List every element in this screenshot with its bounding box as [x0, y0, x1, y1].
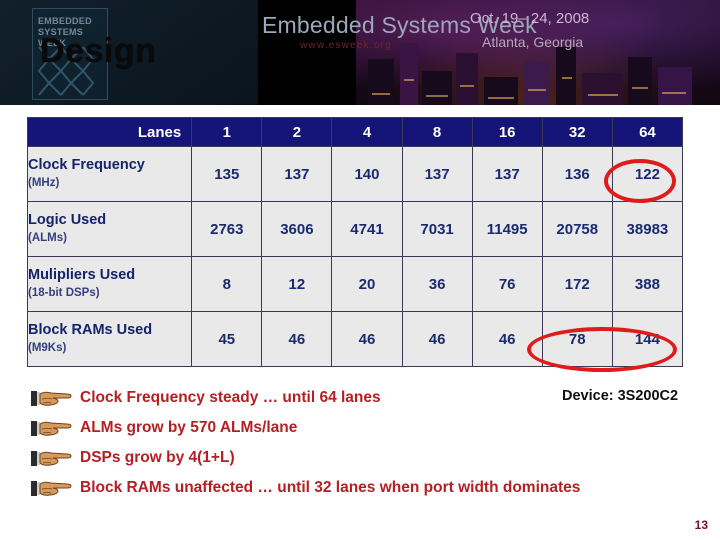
row-label-text: Mulipliers Used: [28, 267, 136, 283]
cell-block-rams-used-8: 46: [401, 311, 473, 367]
cell-multipliers-used-4: 20: [331, 256, 403, 312]
pointing-hand-icon: [30, 447, 74, 469]
cell-clock-frequency-16: 137: [471, 146, 543, 202]
cell-multipliers-used-32: 172: [541, 256, 613, 312]
results-table-container: Lanes 1 2 4 8 16 32 64 Clock Frequency (…: [26, 117, 684, 367]
table-row: Block RAMs Used (M9Ks) 45 46 46 46 46 78…: [26, 311, 684, 367]
cell-block-rams-used-1: 45: [191, 311, 263, 367]
cell-clock-frequency-64: 122: [611, 146, 684, 202]
table-header-lane-64: 64: [611, 117, 684, 147]
pointing-hand-icon: [30, 387, 74, 409]
table-header-lane-32: 32: [541, 117, 613, 147]
table-row: Clock Frequency (MHz) 135 137 140 137 13…: [26, 146, 684, 202]
device-label: Device: 3S200C2: [562, 388, 679, 404]
row-label-unit: (MHz): [28, 177, 60, 189]
bullet-text: Clock Frequency steady … until 64 lanes: [80, 389, 381, 406]
row-label-text: Block RAMs Used: [28, 322, 153, 338]
list-item: Block RAMs unaffected … until 32 lanes w…: [30, 473, 690, 503]
cell-multipliers-used-16: 76: [471, 256, 543, 312]
cell-multipliers-used-64: 388: [611, 256, 684, 312]
cell-logic-used-4: 4741: [331, 201, 403, 257]
cell-clock-frequency-4: 140: [331, 146, 403, 202]
cell-logic-used-64: 38983: [611, 201, 684, 257]
row-label-text: Logic Used: [28, 212, 107, 228]
cell-clock-frequency-8: 137: [401, 146, 473, 202]
row-label-clock-frequency: Clock Frequency (MHz): [26, 146, 193, 202]
results-table: Lanes 1 2 4 8 16 32 64 Clock Frequency (…: [26, 117, 684, 367]
cell-block-rams-used-64: 144: [611, 311, 684, 367]
cell-block-rams-used-16: 46: [471, 311, 543, 367]
table-header-lane-4: 4: [331, 117, 403, 147]
table-header-lane-1: 1: [191, 117, 263, 147]
cell-multipliers-used-2: 12: [261, 256, 333, 312]
list-item: DSPs grow by 4(1+L): [30, 443, 690, 473]
row-label-unit: (ALMs): [28, 232, 67, 244]
bullet-text: DSPs grow by 4(1+L): [80, 449, 235, 466]
cell-logic-used-1: 2763: [191, 201, 263, 257]
table-row: Logic Used (ALMs) 2763 3606 4741 7031 11…: [26, 201, 684, 257]
pointing-hand-icon: [30, 417, 74, 439]
table-header-lane-16: 16: [471, 117, 543, 147]
list-item: ALMs grow by 570 ALMs/lane: [30, 413, 690, 443]
cell-clock-frequency-2: 137: [261, 146, 333, 202]
cell-logic-used-32: 20758: [541, 201, 613, 257]
table-row: Mulipliers Used (18-bit DSPs) 8 12 20 36…: [26, 256, 684, 312]
cell-clock-frequency-32: 136: [541, 146, 613, 202]
cell-logic-used-8: 7031: [401, 201, 473, 257]
page-number: 13: [694, 518, 708, 532]
page-title: Design: [40, 32, 157, 70]
banner-url: www.esweek.org: [300, 40, 392, 51]
cell-block-rams-used-4: 46: [331, 311, 403, 367]
row-label-logic-used: Logic Used (ALMs): [26, 201, 193, 257]
cell-block-rams-used-2: 46: [261, 311, 333, 367]
cell-logic-used-2: 3606: [261, 201, 333, 257]
row-label-text: Clock Frequency: [28, 157, 145, 173]
bullet-text: Block RAMs unaffected … until 32 lanes w…: [80, 479, 581, 496]
row-label-unit: (M9Ks): [28, 342, 67, 354]
table-header-row: Lanes 1 2 4 8 16 32 64: [26, 117, 684, 147]
banner-date: Oct. 19– 24, 2008: [470, 10, 590, 27]
table-header: Lanes 1 2 4 8 16 32 64: [26, 117, 684, 147]
table-body: Clock Frequency (MHz) 135 137 140 137 13…: [26, 146, 684, 367]
table-header-lane-2: 2: [261, 117, 333, 147]
row-label-unit: (18-bit DSPs): [28, 287, 100, 299]
row-label-multipliers-used: Mulipliers Used (18-bit DSPs): [26, 256, 193, 312]
bullet-text: ALMs grow by 570 ALMs/lane: [80, 419, 298, 436]
cell-multipliers-used-8: 36: [401, 256, 473, 312]
table-header-lane-8: 8: [401, 117, 473, 147]
cell-logic-used-16: 11495: [471, 201, 543, 257]
cell-clock-frequency-1: 135: [191, 146, 263, 202]
cell-block-rams-used-32: 78: [541, 311, 613, 367]
row-label-block-rams-used: Block RAMs Used (M9Ks): [26, 311, 193, 367]
table-header-lanes: Lanes: [26, 117, 193, 147]
pointing-hand-icon: [30, 477, 74, 499]
banner-location: Atlanta, Georgia: [482, 34, 584, 50]
cell-multipliers-used-1: 8: [191, 256, 263, 312]
